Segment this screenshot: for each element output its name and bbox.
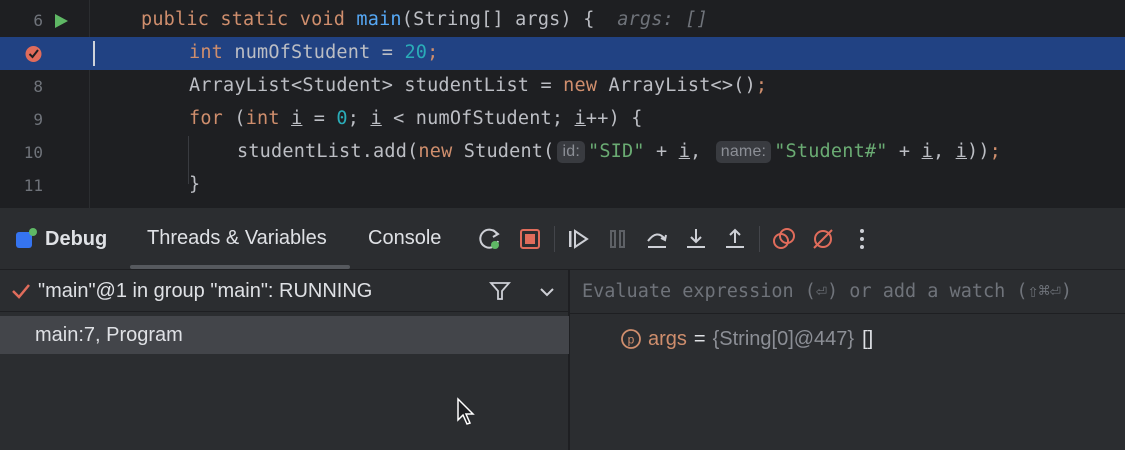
line-number: 6 bbox=[33, 11, 43, 30]
variables-panel: p args = {String[0]@447} [] bbox=[570, 270, 1125, 450]
run-icon[interactable] bbox=[52, 12, 70, 30]
evaluate-expression-input[interactable] bbox=[570, 270, 1125, 314]
text-caret bbox=[93, 41, 95, 66]
step-into-icon[interactable] bbox=[683, 226, 709, 252]
inline-value-hint: args: [] bbox=[617, 9, 708, 30]
variable-equals: = bbox=[693, 327, 706, 350]
line-number: 11 bbox=[23, 176, 43, 195]
indent-guide bbox=[188, 136, 189, 184]
code-line-6[interactable]: 6 public static void main(String[] args)… bbox=[0, 4, 1125, 37]
code-line-7-current[interactable]: int numOfStudent = 20; bbox=[0, 37, 1125, 70]
stack-frame-label: main:7, Program bbox=[35, 324, 183, 346]
code-line-9[interactable]: 9 for (int i = 0; i < numOfStudent; i++)… bbox=[0, 103, 1125, 136]
pause-icon[interactable] bbox=[605, 226, 631, 252]
code-text: public static void main(String[] args) {… bbox=[141, 9, 708, 30]
line-number: 8 bbox=[33, 77, 43, 96]
parameter-hint: id: bbox=[557, 141, 585, 163]
tab-console[interactable]: Console bbox=[368, 227, 441, 250]
line-number: 10 bbox=[23, 143, 43, 162]
code-line-10[interactable]: 10 studentList.add(new Student(id: "SID" … bbox=[0, 136, 1125, 169]
step-out-icon[interactable] bbox=[722, 226, 748, 252]
mouse-cursor-icon bbox=[457, 397, 475, 425]
check-icon bbox=[12, 284, 30, 299]
variable-row[interactable]: p args = {String[0]@447} [] bbox=[620, 326, 873, 352]
tab-threads-variables[interactable]: Threads & Variables bbox=[147, 227, 327, 250]
code-text: int numOfStudent = 20; bbox=[189, 42, 439, 63]
toolbar-separator bbox=[554, 226, 555, 252]
code-editor[interactable]: 6 public static void main(String[] args)… bbox=[0, 0, 1125, 208]
active-tab-indicator bbox=[130, 265, 350, 269]
variable-value: [] bbox=[862, 327, 874, 350]
variable-type: {String[0]@447} bbox=[712, 327, 855, 350]
rerun-icon[interactable] bbox=[477, 226, 503, 252]
debug-label: Debug bbox=[45, 227, 108, 250]
mute-breakpoints-icon[interactable] bbox=[810, 226, 836, 252]
frames-panel: "main"@1 in group "main": RUNNING main:7… bbox=[0, 270, 569, 450]
code-text: for (int i = 0; i < numOfStudent; i++) { bbox=[189, 108, 643, 129]
code-text: studentList.add(new Student(id: "SID" + i… bbox=[237, 141, 1002, 163]
debug-icon bbox=[16, 228, 37, 248]
toolbar-separator bbox=[759, 226, 760, 252]
svg-text:p: p bbox=[628, 333, 635, 347]
chevron-down-icon[interactable] bbox=[537, 282, 557, 302]
line-number: 9 bbox=[33, 110, 43, 129]
debug-toolbar: Debug Threads & Variables Console bbox=[0, 208, 1125, 270]
resume-icon[interactable] bbox=[565, 226, 591, 252]
view-breakpoints-icon[interactable] bbox=[771, 226, 797, 252]
code-line-8[interactable]: 8 ArrayList<Student> studentList = new A… bbox=[0, 70, 1125, 103]
code-text: } bbox=[189, 174, 201, 195]
parameter-icon: p bbox=[621, 329, 641, 349]
thread-label: "main"@1 in group "main": RUNNING bbox=[38, 280, 373, 302]
code-text: ArrayList<Student> studentList = new Arr… bbox=[189, 75, 768, 96]
more-options-icon[interactable] bbox=[849, 226, 875, 252]
breakpoint-icon[interactable] bbox=[24, 44, 43, 63]
stop-icon[interactable] bbox=[517, 226, 543, 252]
debug-tool-window-title[interactable]: Debug bbox=[14, 226, 107, 252]
step-over-icon[interactable] bbox=[644, 226, 670, 252]
stack-frame-item[interactable]: main:7, Program bbox=[0, 316, 569, 354]
filter-icon[interactable] bbox=[488, 279, 512, 303]
variable-name: args bbox=[648, 327, 687, 350]
code-line-11[interactable]: 11 } bbox=[0, 169, 1125, 202]
thread-selector[interactable]: "main"@1 in group "main": RUNNING bbox=[0, 270, 569, 312]
parameter-hint: name: bbox=[715, 141, 772, 163]
